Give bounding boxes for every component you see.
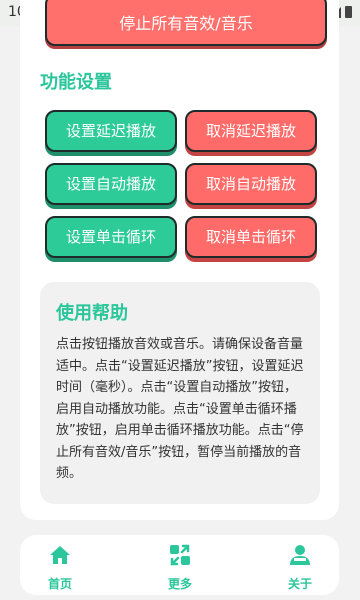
help-title: 使用帮助 xyxy=(56,303,128,324)
cancel-auto-button[interactable]: 取消自动播放 xyxy=(185,163,317,205)
set-delay-button[interactable]: 设置延迟播放 xyxy=(45,110,177,152)
nav-label-more: 更多 xyxy=(167,577,192,591)
nav-item-home[interactable]: 首页 xyxy=(20,535,100,595)
settings-title: 功能设置 xyxy=(40,72,112,93)
home-icon xyxy=(50,546,70,564)
nav-item-about[interactable]: 关于 xyxy=(260,535,340,595)
set-loop-button[interactable]: 设置单击循环 xyxy=(45,216,177,258)
battery-icon xyxy=(345,6,352,18)
nav-label-home: 首页 xyxy=(47,577,72,591)
bottom-nav: 首页 更多 关于 xyxy=(20,535,339,595)
person-icon xyxy=(290,545,310,565)
set-auto-button[interactable]: 设置自动播放 xyxy=(45,163,177,205)
nav-item-more[interactable]: 更多 xyxy=(140,535,220,595)
stop-all-button[interactable]: 停止所有音效/音乐 xyxy=(45,0,327,46)
cancel-delay-button[interactable]: 取消延迟播放 xyxy=(185,110,317,152)
help-text: 点击按钮播放音效或音乐。请确保设备音量适中。点击“设置延迟播放”按钮，设置延迟时… xyxy=(56,337,304,481)
nav-label-about: 关于 xyxy=(287,577,312,591)
swap-icon xyxy=(170,544,190,566)
cancel-loop-button[interactable]: 取消单击循环 xyxy=(185,216,317,258)
